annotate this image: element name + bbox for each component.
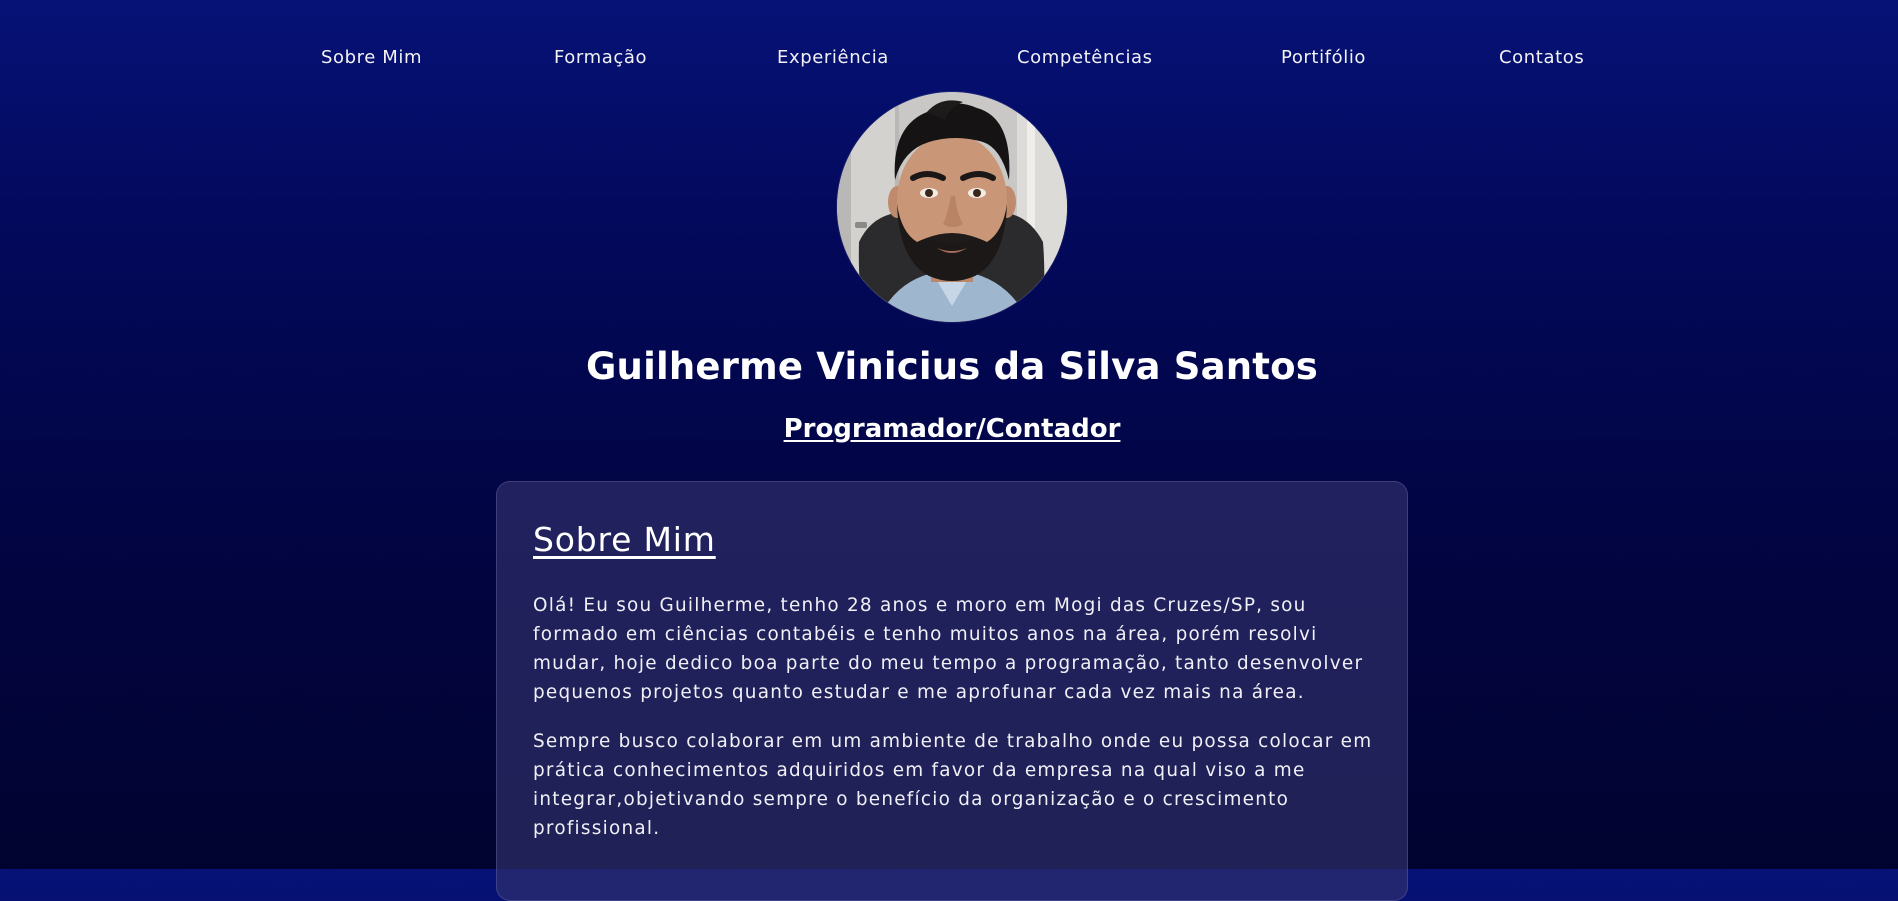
nav-link-sobre-mim[interactable]: Sobre Mim (321, 47, 422, 68)
about-section-card: Sobre Mim Olá! Eu sou Guilherme, tenho 2… (496, 481, 1408, 901)
profile-name: Guilherme Vinicius da Silva Santos (585, 345, 1319, 388)
profile-role: Programador/Contador (783, 414, 1121, 444)
about-paragraph-2: Sempre busco colaborar em um ambiente de… (533, 731, 1373, 839)
nav-link-portifolio[interactable]: Portifólio (1281, 47, 1366, 68)
nav-link-formacao[interactable]: Formação (554, 47, 647, 68)
about-section-title: Sobre Mim (533, 520, 716, 559)
profile-photo-illustration (837, 92, 1067, 322)
nav-link-competencias[interactable]: Competências (1017, 47, 1153, 68)
nav-link-experiencia[interactable]: Experiência (777, 47, 889, 68)
profile-photo (837, 92, 1067, 322)
about-paragraph-1: Olá! Eu sou Guilherme, tenho 28 anos e m… (533, 595, 1364, 703)
nav-link-contatos[interactable]: Contatos (1499, 47, 1584, 68)
